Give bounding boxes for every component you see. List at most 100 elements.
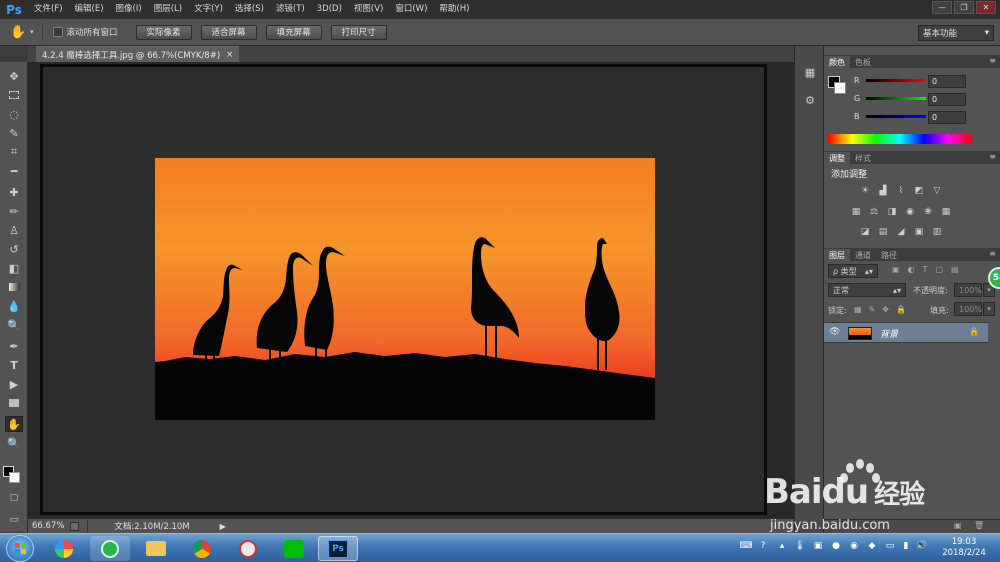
hue-saturation-icon[interactable]: ▦ (850, 206, 862, 217)
lock-all-icon[interactable]: 🔒 (896, 305, 906, 314)
thermometer-tray-icon[interactable]: 🌡 (794, 540, 806, 552)
gradient-icon[interactable] (5, 279, 23, 295)
green-slider[interactable]: G (854, 92, 926, 104)
clone-stamp-icon[interactable]: ♙ (5, 222, 23, 238)
menu-item[interactable]: 图层(L) (148, 0, 188, 19)
network-tray-icon[interactable]: ▮ (900, 540, 912, 552)
taskbar-app-browser-icon[interactable] (90, 536, 130, 561)
layer-row[interactable]: 👁 背景 🔒 (824, 322, 988, 343)
lock-paint-icon[interactable]: ✎ (869, 305, 876, 314)
taskbar-app-photoshop[interactable]: Ps (318, 536, 358, 561)
close-icon[interactable]: × (226, 50, 233, 60)
tab-layers[interactable]: 图层 (824, 249, 850, 261)
background-color-swatch[interactable] (9, 472, 20, 483)
document-tab[interactable]: 4.2.4 魔棒选择工具.jpg @ 66.7%(CMYK/8#) × (36, 46, 240, 62)
background-color-swatch[interactable] (834, 82, 846, 94)
menu-item[interactable]: 文件(F) (28, 0, 69, 19)
properties-panel-icon[interactable]: ⚙ (801, 92, 819, 108)
red-value-input[interactable]: 0 (928, 75, 966, 88)
exposure-icon[interactable]: ◩ (913, 185, 925, 196)
shape-filter-icon[interactable]: ▢ (935, 265, 943, 274)
shape-icon[interactable] (5, 395, 23, 411)
scroll-all-windows-checkbox[interactable] (52, 27, 63, 37)
crop-icon[interactable]: ⌗ (5, 144, 23, 160)
tray-arrow-icon[interactable]: ▴ (776, 540, 788, 552)
restore-button[interactable]: ❐ (954, 1, 974, 14)
help-tray-icon[interactable]: ? (757, 540, 769, 552)
zoom-level[interactable]: 66.67% (32, 521, 64, 531)
tab-paths[interactable]: 路径 (876, 249, 902, 261)
eyedropper-icon[interactable]: ━ (5, 163, 23, 179)
dodge-icon[interactable]: 🔍 (5, 317, 23, 333)
blue-value-input[interactable]: 0 (928, 111, 966, 124)
taskbar-app-folder-icon[interactable] (136, 536, 176, 561)
status-menu-arrow-icon[interactable]: ▶ (220, 522, 226, 531)
threshold-icon[interactable]: ◢ (895, 226, 907, 237)
menu-item[interactable]: 视图(V) (348, 0, 389, 19)
document-image[interactable] (155, 158, 655, 420)
menu-item[interactable]: 图像(I) (110, 0, 148, 19)
wechat-tray-icon[interactable]: ● (830, 540, 842, 552)
pen-icon[interactable]: ✒ (5, 338, 23, 354)
chevron-down-icon[interactable]: ▾ (983, 302, 995, 316)
monitor-tray-icon[interactable]: ▭ (884, 540, 896, 552)
quick-mask-icon[interactable]: ▢ (5, 490, 23, 506)
tab-adjustments[interactable]: 调整 (824, 152, 850, 164)
lasso-icon[interactable]: ◌ (5, 106, 23, 122)
menu-item[interactable]: 选择(S) (229, 0, 270, 19)
gradient-map-icon[interactable]: ▥ (931, 226, 943, 237)
fill-input[interactable]: 100% (954, 302, 982, 316)
smart-filter-icon[interactable]: ▤ (951, 265, 959, 274)
posterize-icon[interactable]: ▤ (877, 226, 889, 237)
volume-tray-icon[interactable]: 🔊 (916, 540, 928, 552)
taskbar-app-pinwheel-icon[interactable] (44, 536, 84, 561)
visibility-eye-icon[interactable]: 👁 (829, 327, 840, 337)
status-toggle-icon[interactable] (70, 521, 80, 531)
shield-tray-icon[interactable]: ◆ (866, 540, 878, 552)
marquee-icon[interactable] (5, 87, 23, 103)
type-icon[interactable]: T (5, 357, 23, 373)
lock-transparent-icon[interactable]: ▦ (854, 305, 862, 314)
red-track[interactable] (866, 78, 926, 82)
zoom-icon[interactable]: 🔍 (5, 435, 23, 451)
brush-icon[interactable]: ✏ (5, 203, 23, 219)
panel-menu-icon[interactable]: ≡ (989, 152, 996, 161)
hand-tool-preset-icon[interactable]: ✋ (10, 25, 30, 40)
color-balance-icon[interactable]: ⚖ (868, 206, 880, 217)
app-tray-icon[interactable]: ▣ (812, 540, 824, 552)
new-layer-icon[interactable]: ▣ (954, 521, 962, 530)
minimize-button[interactable]: — (932, 1, 952, 14)
black-white-icon[interactable]: ◨ (886, 206, 898, 217)
blue-slider[interactable]: B (854, 110, 926, 122)
menu-item[interactable]: 窗口(W) (389, 0, 433, 19)
screen-mode-icon[interactable]: ▭ (5, 512, 23, 528)
security-tray-icon[interactable]: ◉ (848, 540, 860, 552)
canvas-area[interactable] (28, 62, 794, 518)
selective-color-icon[interactable]: ▣ (913, 226, 925, 237)
adjustment-filter-icon[interactable]: ◐ (908, 265, 915, 274)
keyboard-tray-icon[interactable]: ⌨ (740, 540, 753, 552)
panel-menu-icon[interactable]: ≡ (989, 56, 996, 65)
levels-icon[interactable]: ▟ (877, 185, 889, 196)
red-slider[interactable]: R (854, 74, 926, 86)
trash-icon[interactable]: 🗑 (974, 521, 984, 530)
hand-icon[interactable]: ✋ (5, 416, 23, 432)
invert-icon[interactable]: ◪ (859, 226, 871, 237)
tab-channels[interactable]: 通道 (850, 249, 876, 261)
fit-screen-button[interactable]: 适合屏幕 (200, 24, 257, 40)
curves-icon[interactable]: ⌇ (895, 185, 907, 196)
menu-item[interactable]: 3D(D) (311, 0, 348, 19)
layer-filter-select[interactable]: ρ 类型 ▴▾ (828, 264, 878, 278)
history-brush-icon[interactable]: ↺ (5, 241, 23, 257)
tab-swatches[interactable]: 色板 (850, 56, 876, 68)
pixel-filter-icon[interactable]: ▣ (892, 265, 900, 274)
start-button[interactable] (6, 535, 34, 562)
quick-select-icon[interactable]: ✎ (5, 125, 23, 141)
green-track[interactable] (866, 96, 926, 100)
chevron-down-icon[interactable]: ▾ (30, 28, 34, 36)
workspace-select[interactable]: 基本功能 ▾ (918, 25, 994, 41)
tab-color[interactable]: 颜色 (824, 56, 850, 68)
menu-item[interactable]: 滤镜(T) (270, 0, 311, 19)
menu-item[interactable]: 帮助(H) (433, 0, 475, 19)
move-icon[interactable]: ✥ (5, 68, 23, 84)
